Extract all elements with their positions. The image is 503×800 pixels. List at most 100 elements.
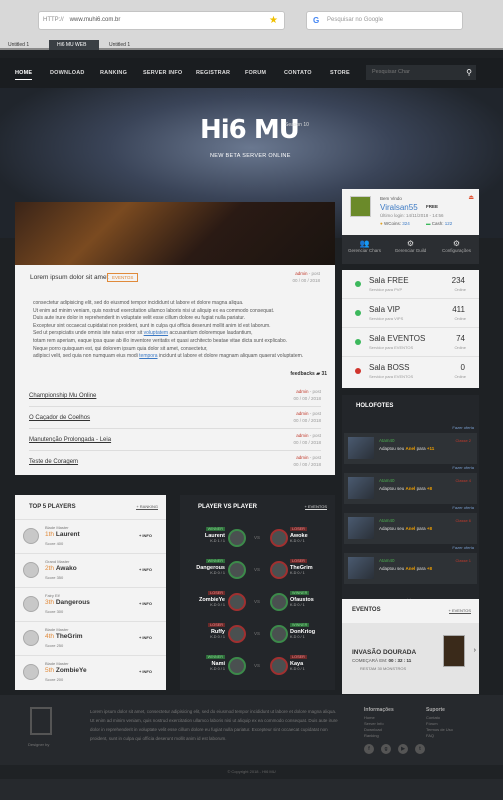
info-link[interactable]: + INFO bbox=[139, 567, 152, 572]
facebook-icon[interactable]: f bbox=[364, 744, 374, 754]
server-row[interactable]: Sala BOSS Servidor para EVENTOS 0 Online bbox=[342, 357, 479, 386]
post-list-title[interactable]: Championship Mu Online bbox=[29, 393, 96, 399]
post-meta: admin - post 00 / 00 / 2018 bbox=[292, 270, 320, 284]
make-offer-link[interactable]: Fazer oferta bbox=[452, 505, 474, 510]
nav-home[interactable]: HOME bbox=[15, 70, 33, 80]
player-name[interactable]: Atam40 bbox=[379, 518, 395, 523]
info-link[interactable]: + INFO bbox=[139, 635, 152, 640]
twitter-icon[interactable]: t bbox=[415, 744, 425, 754]
list-item[interactable]: Teste de Coragem admin - post 00 / 00 / 20… bbox=[29, 451, 321, 473]
wcoins-value: 324 bbox=[402, 221, 410, 226]
youtube-icon[interactable]: ▶ bbox=[398, 744, 408, 754]
settings-button[interactable]: ⚙ Configurações bbox=[434, 235, 479, 264]
cash-balance: ▬ Cash: 122 bbox=[426, 221, 452, 226]
post-category-badge[interactable]: EVENTOS bbox=[107, 273, 139, 282]
browser-tab-2[interactable]: Hi6 MU WEB bbox=[49, 40, 99, 50]
action-text: Adaptou seu bbox=[379, 446, 405, 451]
search-icon[interactable]: ⚲ bbox=[466, 65, 472, 80]
nav-ranking[interactable]: RANKING bbox=[100, 70, 127, 76]
nav-server-info[interactable]: SERVER INFO bbox=[143, 70, 182, 76]
server-name: Sala FREE bbox=[369, 276, 409, 285]
avatar[interactable] bbox=[350, 196, 371, 217]
post-author[interactable]: admin bbox=[296, 411, 308, 416]
post-type: post bbox=[312, 433, 321, 438]
google-search-field[interactable]: G Pesquisar no Google bbox=[306, 11, 463, 30]
list-item[interactable]: Championship Mu Online admin - post 00 / 0… bbox=[29, 385, 321, 407]
logout-icon[interactable]: ⏏ bbox=[468, 194, 474, 201]
info-link[interactable]: + INFO bbox=[139, 601, 152, 606]
post-list-title[interactable]: Manutenção Prolongada - Leia bbox=[29, 437, 111, 443]
settings-icon: ⚙ bbox=[452, 239, 461, 248]
player-row: Blade Master 4th TheGrim Score 250 + INFO bbox=[15, 621, 166, 655]
player-name[interactable]: Atam40 bbox=[379, 558, 395, 563]
action-text: Adaptou seu bbox=[379, 566, 405, 571]
info-link[interactable]: + INFO bbox=[139, 669, 152, 674]
post-author[interactable]: admin bbox=[296, 433, 308, 438]
url-text: www.muhi6.com.br bbox=[69, 17, 121, 23]
player-name[interactable]: Atam40 bbox=[379, 438, 395, 443]
post-link[interactable]: voluptatem bbox=[144, 330, 168, 336]
post-author[interactable]: admin bbox=[295, 271, 307, 276]
address-bar[interactable]: HTTP:// www.muhi6.com.br ★ bbox=[38, 11, 285, 30]
server-status: Online bbox=[454, 345, 466, 350]
action-text: Adaptou seu bbox=[379, 526, 405, 531]
player-kd: K.D 0 / 1 bbox=[290, 539, 305, 543]
nav-registrar[interactable]: REGISTRAR bbox=[196, 70, 230, 76]
holofote-item[interactable]: Fazer oferta Atam40 Classe 2 Adaptou seu An… bbox=[344, 425, 477, 464]
holofote-item[interactable]: Fazer oferta Atam40 Classe 4 Adaptou seu An… bbox=[344, 465, 477, 504]
make-offer-link[interactable]: Fazer oferta bbox=[452, 425, 474, 430]
manage-chars-button[interactable]: 👥 Gerenciar Chars bbox=[342, 235, 387, 264]
pvp-events-link[interactable]: + EVENTOS bbox=[304, 504, 327, 510]
comment-icon: ▰ bbox=[316, 371, 321, 377]
event-image bbox=[443, 635, 465, 667]
server-row[interactable]: Sala FREE Servidor para PVP 234 Online bbox=[342, 270, 479, 299]
footer-link[interactable]: FAQ bbox=[426, 733, 453, 739]
server-name: Sala VIP bbox=[369, 305, 401, 314]
server-row[interactable]: Sala VIP Servidor para VIPS 411 Online bbox=[342, 299, 479, 328]
feedbacks-counter[interactable]: feedbacks ▰ 31 bbox=[290, 371, 327, 377]
holofote-item[interactable]: Fazer oferta Atam40 Classe 1 Adaptou seu An… bbox=[344, 545, 477, 584]
nav-store[interactable]: STORE bbox=[330, 70, 350, 76]
server-online-count: 0 bbox=[460, 363, 465, 372]
footer-link[interactable]: Ranking bbox=[364, 733, 394, 739]
player-rank-name: 5th ZombieYe bbox=[45, 667, 87, 674]
post-list: Championship Mu Online admin - post 00 / 0… bbox=[15, 383, 335, 475]
manage-guild-button[interactable]: ⚙ Gerenciar Guild bbox=[388, 235, 433, 264]
player-rank: 5th bbox=[45, 667, 55, 674]
feedbacks-label: feedbacks bbox=[290, 371, 315, 377]
duel-row: LOSER Ruffy K.D 0 / 1 VS WINNER DonKriog K.D 0… bbox=[180, 621, 335, 652]
nav-contato[interactable]: CONTATO bbox=[284, 70, 312, 76]
nav-forum[interactable]: FORUM bbox=[245, 70, 266, 76]
player-class: Blade Master bbox=[45, 661, 69, 666]
manage-chars-label: Gerenciar Chars bbox=[347, 248, 381, 253]
avatar bbox=[228, 529, 246, 547]
player-name[interactable]: Atam40 bbox=[379, 478, 395, 483]
post-list-title[interactable]: O Caçador de Coelhos bbox=[29, 415, 90, 421]
make-offer-link[interactable]: Fazer oferta bbox=[452, 465, 474, 470]
info-link[interactable]: + INFO bbox=[139, 533, 152, 538]
browser-tab-3[interactable]: Untitled 1 bbox=[101, 40, 148, 50]
list-item[interactable]: O Caçador de Coelhos admin - post 00 / 00 … bbox=[29, 407, 321, 429]
browser-tab-1[interactable]: Untitled 1 bbox=[0, 40, 47, 50]
post-author[interactable]: admin bbox=[296, 455, 308, 460]
events-link[interactable]: + EVENTOS bbox=[448, 608, 471, 614]
post-link[interactable]: tempora bbox=[139, 353, 157, 359]
star-icon[interactable]: ★ bbox=[269, 12, 278, 29]
ranking-link[interactable]: + RANKING bbox=[136, 504, 158, 510]
nav-download[interactable]: DOWNLOAD bbox=[50, 70, 85, 76]
player-rank: 3th bbox=[45, 599, 55, 606]
result-tag: LOSER bbox=[290, 527, 307, 531]
chevron-right-icon[interactable]: › bbox=[474, 647, 476, 654]
site-logo[interactable]: Hi6 MU bbox=[200, 115, 300, 145]
username[interactable]: Viralsan55 bbox=[380, 203, 418, 212]
post-author[interactable]: admin bbox=[296, 389, 308, 394]
post-list-title[interactable]: Teste de Coragem bbox=[29, 459, 78, 465]
google-plus-icon[interactable]: g bbox=[381, 744, 391, 754]
post-list-meta: admin - post 00 / 00 / 2018 bbox=[293, 389, 321, 401]
holofote-item[interactable]: Fazer oferta Atam40 Classe 6 Adaptou seu An… bbox=[344, 505, 477, 544]
make-offer-link[interactable]: Fazer oferta bbox=[452, 545, 474, 550]
list-item[interactable]: Manutenção Prolongada - Leia admin - post… bbox=[29, 429, 321, 451]
char-search-input[interactable]: Pesquisar Char ⚲ bbox=[366, 65, 476, 80]
server-row[interactable]: Sala EVENTOS Servidor para EVENTOS 74 Onlin… bbox=[342, 328, 479, 357]
post-title[interactable]: Lorem ipsum dolor sit amet bbox=[30, 274, 108, 281]
